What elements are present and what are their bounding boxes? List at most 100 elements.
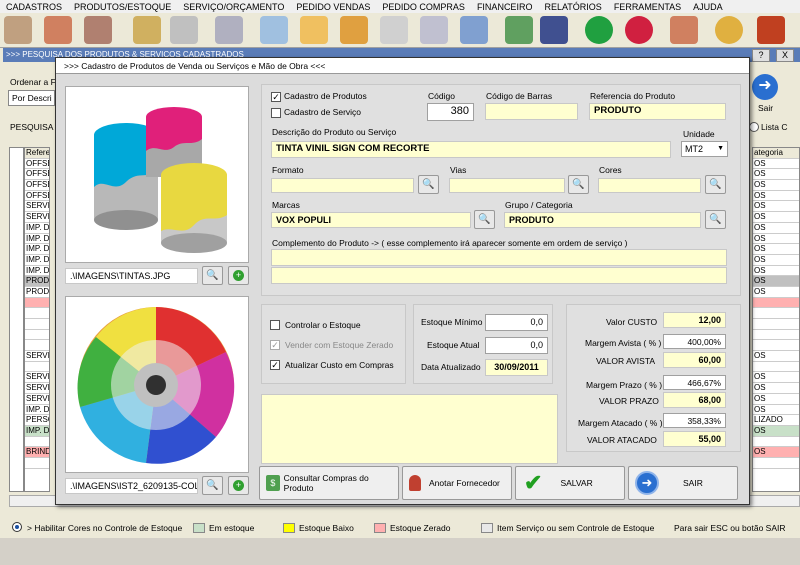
valor-atacado-field[interactable]: 55,00 [663,431,726,447]
table-row[interactable]: OS [753,372,799,384]
table-row[interactable]: BRIND [25,447,49,458]
table-row[interactable] [25,308,49,319]
table-row[interactable]: OS [753,383,799,394]
grupo-field[interactable]: PRODUTO [504,212,701,228]
table-row[interactable] [25,340,49,352]
barras-field[interactable] [485,103,578,120]
notes-field[interactable] [261,394,558,464]
menu-item[interactable]: PRODUTOS/ESTOQUE [74,2,171,12]
table-row[interactable]: OS [753,255,799,266]
table-row[interactable]: SERVI [25,394,49,405]
table-row[interactable] [753,319,799,330]
table-row[interactable]: SERVI [25,383,49,394]
table-row[interactable] [753,437,799,448]
document-icon[interactable] [380,16,408,44]
exit-icon[interactable] [757,16,785,44]
table-row[interactable] [753,340,799,352]
save-button[interactable]: ✔ SALVAR [515,466,625,500]
menu-item[interactable]: PEDIDO VENDAS [296,2,370,12]
table-row[interactable]: OS [753,180,799,191]
menu-item[interactable]: AJUDA [693,2,723,12]
results-grid-left[interactable]: ReferenOFFSEOFFSEOFFSEOFFSESERVISERVIIMP… [24,147,50,492]
descricao-field[interactable]: TINTA VINIL SIGN COM RECORTE [271,141,671,158]
table-row[interactable]: PRODU [25,276,49,287]
table-row[interactable]: OS [753,351,799,362]
table-row[interactable] [25,297,49,309]
tools-icon[interactable] [670,16,698,44]
grid-header[interactable]: ategoria [753,148,799,159]
cadastro-produtos-checkbox[interactable]: ✓ [271,92,281,102]
estoque-minimo-field[interactable]: 0,0 [485,314,548,331]
margem-atacado-field[interactable]: 358,33% [663,413,726,428]
table-row[interactable]: SERVIC [25,351,49,362]
ordenar-select[interactable]: Por Descri [8,90,55,106]
search-icon[interactable]: 🔍 [568,175,589,194]
table-row[interactable]: OS [753,287,799,298]
graduation-icon[interactable] [540,16,568,44]
sair-label[interactable]: Sair [758,103,773,113]
valor-prazo-field[interactable]: 68,00 [663,392,726,408]
table-row[interactable] [25,437,49,448]
table-row[interactable]: LIZADO [753,415,799,426]
menu-item[interactable]: CADASTROS [6,2,62,12]
chart-icon[interactable] [460,16,488,44]
complemento-line2[interactable] [271,267,727,284]
table-row[interactable] [753,297,799,309]
grid-header[interactable]: Referen [25,148,49,159]
search-icon[interactable]: 🔍 [202,266,223,285]
search-icon[interactable]: 🔍 [202,476,223,495]
folder-icon[interactable] [340,16,368,44]
search-icon[interactable]: 🔍 [705,175,726,194]
table-row[interactable] [753,362,799,373]
table-row[interactable] [753,330,799,341]
table-row[interactable]: OS [753,266,799,277]
table-row[interactable]: IMP. D [25,405,49,416]
cores-field[interactable] [598,178,701,193]
document-icon[interactable] [170,16,198,44]
table-row[interactable] [753,458,799,469]
estoque-atual-field[interactable]: 0,0 [485,337,548,354]
table-row[interactable]: SERVI [25,372,49,384]
add-icon[interactable]: + [228,266,249,285]
exit-button[interactable]: ➜ SAIR [628,466,738,500]
table-row[interactable]: IMP. D [25,223,49,234]
valor-custo-field[interactable]: 12,00 [663,312,726,328]
table-row[interactable]: OS [753,244,799,255]
atualizar-custo-checkbox[interactable]: ✓ [270,360,280,370]
table-row[interactable]: OFFSE [25,169,49,181]
vender-zerado-checkbox[interactable]: ✓ [270,340,280,350]
menu-item[interactable]: SERVIÇO/ORÇAMENTO [183,2,284,12]
money-icon[interactable] [505,16,533,44]
complemento-line1[interactable] [271,249,727,266]
valor-avista-field[interactable]: 60,00 [663,352,726,368]
table-row[interactable]: PERSO [25,415,49,426]
menu-item[interactable]: FINANCEIRO [477,2,533,12]
help-button[interactable]: ? [752,49,770,62]
table-row[interactable]: OFFSE [25,191,49,202]
close-button[interactable]: X [776,49,794,62]
user-icon[interactable] [4,16,32,44]
table-row[interactable]: OS [753,191,799,202]
image1-path[interactable]: .\IMAGENS\TINTAS.JPG [65,268,198,284]
table-row[interactable] [25,330,49,341]
consultar-compras-button[interactable]: $ Consultar Compras do Produto [259,466,399,500]
search-icon[interactable]: 🔍 [705,210,726,229]
margem-prazo-field[interactable]: 466,67% [663,375,726,390]
referencia-field[interactable]: PRODUTO [589,103,726,120]
unidade-select[interactable]: MT2 ▼ [681,141,728,157]
table-row[interactable]: OS [753,276,799,287]
search-icon[interactable]: 🔍 [474,210,495,229]
table-row[interactable] [25,362,49,373]
table-row[interactable]: IMP. D [25,266,49,277]
search-icon[interactable]: 🔍 [418,175,439,194]
table-row[interactable]: OS [753,447,799,458]
table-row[interactable]: SERVI [25,201,49,213]
printer-icon[interactable] [215,16,243,44]
table-row[interactable]: OS [753,201,799,213]
table-row[interactable]: OS [753,394,799,405]
margem-avista-field[interactable]: 400,00% [663,334,726,349]
user-icon[interactable] [44,16,72,44]
results-grid-right[interactable]: ategoria OS OS OS OS OS OS OS OS OS OS OS OS OS OS OS OS… [752,147,800,492]
arrow-right-icon[interactable]: ➜ [752,74,778,100]
formato-field[interactable] [271,178,414,193]
